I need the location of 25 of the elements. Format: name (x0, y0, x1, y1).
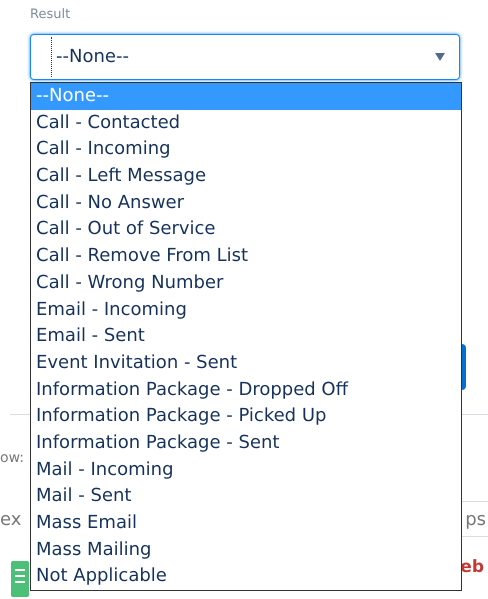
dropdown-option[interactable]: Information Package - Dropped Off (31, 376, 461, 404)
dropdown-option[interactable]: Email - Sent (31, 323, 461, 350)
dropdown-option[interactable]: Call - Wrong Number (31, 270, 461, 296)
dropdown-option[interactable]: Mail - Sent (31, 483, 461, 510)
dropdown-option[interactable]: Call - Contacted (31, 110, 461, 136)
dropdown-option[interactable]: Call - Left Message (31, 163, 461, 190)
dropdown-option[interactable]: Call - No Answer (31, 190, 461, 216)
dropdown-option[interactable]: Event Invitation - Sent (31, 350, 461, 377)
dropdown-option[interactable]: Call - Remove From List (31, 243, 461, 270)
dropdown-option[interactable]: Information Package - Sent (31, 430, 461, 457)
field-label: Result (30, 6, 70, 24)
result-select[interactable]: --None-- (30, 34, 460, 80)
dropdown-option[interactable]: Mail - Incoming (31, 456, 461, 484)
dropdown-option[interactable]: Information Package - Picked Up (31, 403, 461, 430)
text-fragment: ow: (0, 450, 24, 466)
dropdown-option[interactable]: Mass Mailing (31, 536, 461, 564)
dropdown-option[interactable]: Call - Out of Service (31, 216, 461, 244)
caret-icon (435, 53, 445, 61)
dropdown-option[interactable]: Email - Incoming (31, 296, 461, 324)
dropdown-option[interactable]: Call - Incoming (31, 136, 461, 164)
dropdown-option[interactable]: Not Applicable (31, 563, 461, 590)
text-fragment: ex (0, 508, 22, 530)
dropdown-option[interactable]: Mass Email (31, 510, 461, 537)
date-text: eb (460, 557, 484, 577)
text-fragment: ps (465, 508, 486, 530)
